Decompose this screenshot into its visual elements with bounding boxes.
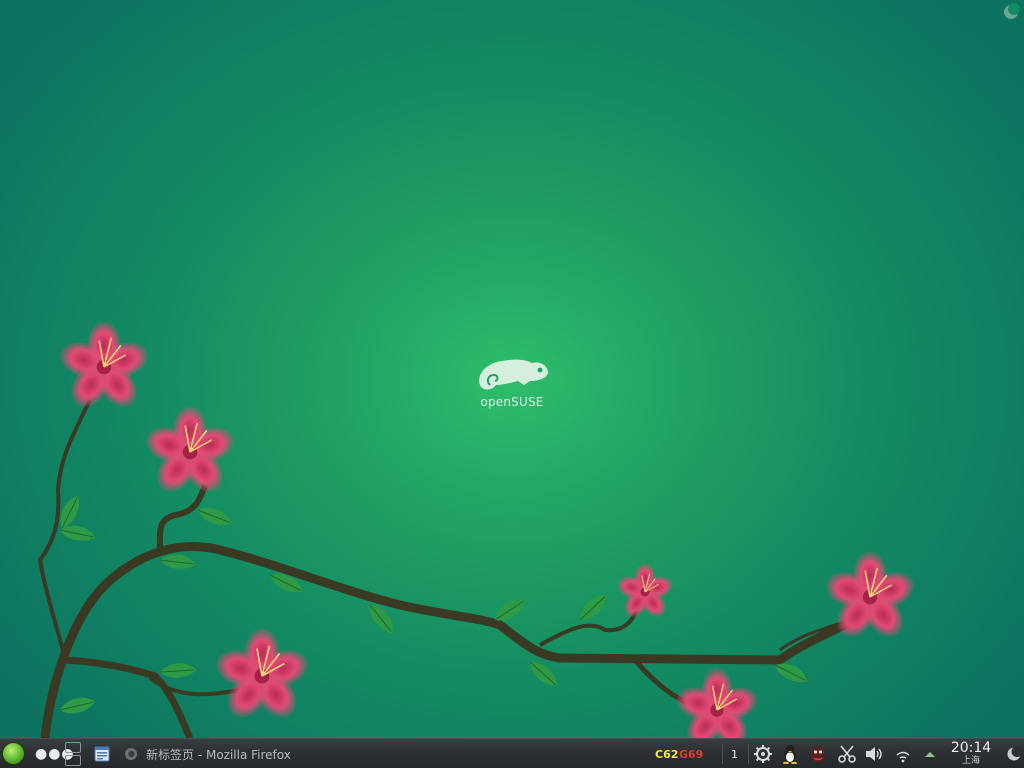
tray-counter[interactable]: 1 <box>731 748 738 761</box>
bottom-panel: ●●● 新标签页 - Mozilla Firefox C62 G69 1 20:… <box>0 738 1024 768</box>
desktop-1-cell[interactable] <box>65 742 81 753</box>
gpu-temperature-label: G69 <box>679 748 704 761</box>
desktop-toolbox-icon[interactable] <box>1002 3 1020 21</box>
show-desktop-icon[interactable] <box>94 746 110 762</box>
volume-icon[interactable] <box>864 744 884 764</box>
firefox-icon <box>125 748 137 760</box>
virtual-desktop-pager[interactable] <box>65 741 83 767</box>
settings-gear-icon[interactable] <box>753 744 773 764</box>
taskbar-item-title: 新标签页 - Mozilla Firefox <box>146 747 291 762</box>
taskbar-item-firefox[interactable]: 新标签页 - Mozilla Firefox <box>124 742 324 766</box>
desktop-2-cell[interactable] <box>65 755 81 766</box>
opensuse-logo: openSUSE <box>472 355 552 415</box>
panel-toolbox-icon[interactable] <box>1006 746 1022 762</box>
desktop[interactable]: openSUSE <box>0 0 1024 738</box>
panel-separator <box>748 744 749 764</box>
chameleon-icon <box>479 359 548 390</box>
logo-text: openSUSE <box>480 395 544 409</box>
digital-clock[interactable]: 20:14 上海 <box>950 740 992 767</box>
tux-penguin-icon[interactable] <box>780 744 800 764</box>
scissors-icon[interactable] <box>837 744 857 764</box>
network-icon[interactable] <box>893 744 913 764</box>
clock-time: 20:14 <box>950 740 992 756</box>
application-launcher-button[interactable] <box>3 743 24 764</box>
cpu-temperature-label: C62 <box>655 748 679 761</box>
expand-arrow-icon[interactable] <box>920 744 940 764</box>
qq-penguin-icon[interactable] <box>808 744 828 764</box>
clock-timezone-label: 上海 <box>961 756 980 766</box>
panel-separator <box>722 744 723 764</box>
